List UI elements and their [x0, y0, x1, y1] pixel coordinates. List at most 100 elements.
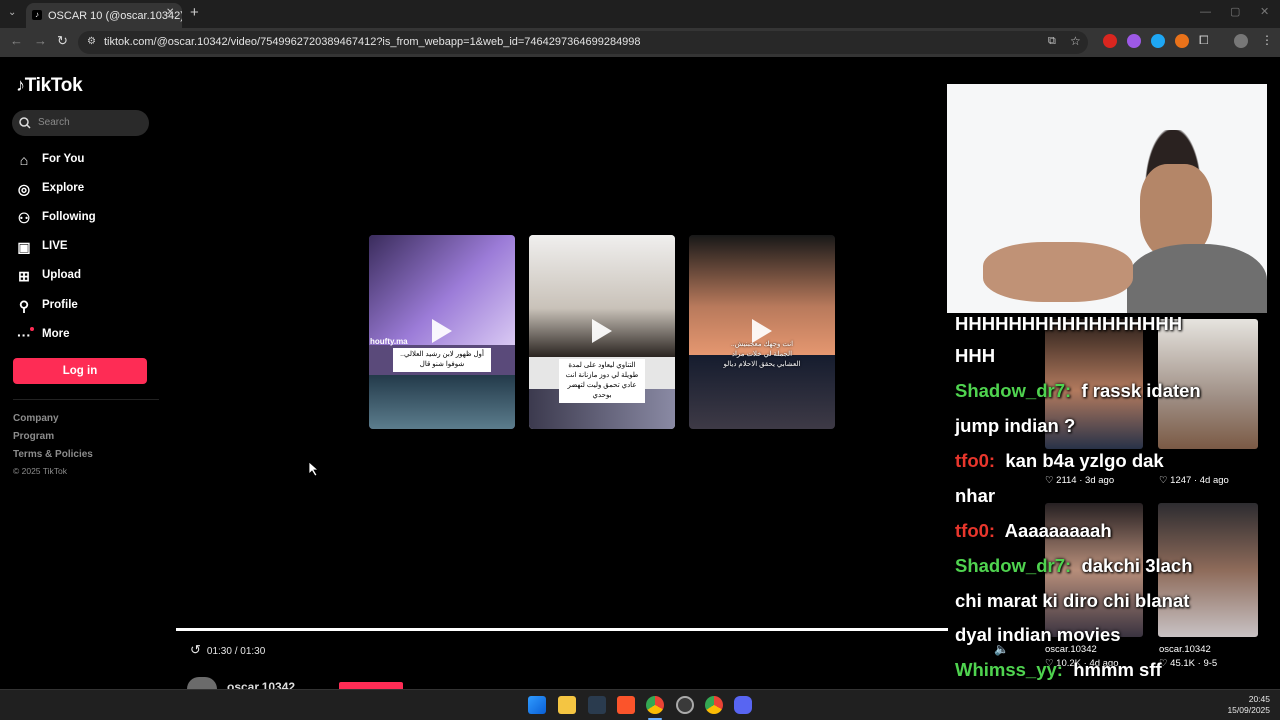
minimize-icon[interactable]: — — [1200, 6, 1211, 18]
file-explorer-icon[interactable] — [558, 696, 576, 714]
search-placeholder: Search — [38, 117, 70, 128]
clock-time: 20:45 — [1248, 694, 1270, 704]
brave-browser-icon[interactable] — [617, 696, 635, 714]
video-tile-1[interactable]: houfty.ma أول ظهور لابن رشيد العلالي.. ش… — [369, 235, 515, 429]
video-caption: أول ظهور لابن رشيد العلالي.. شوفوا شنو ق… — [393, 348, 491, 372]
extensions-puzzle-icon[interactable]: ⧠ — [1199, 33, 1209, 48]
new-tab-button[interactable]: + — [190, 4, 199, 21]
chat-text: kan b4a yzlgo dak — [1005, 450, 1164, 471]
chrome-menu-icon[interactable]: ⋮ — [1261, 33, 1273, 47]
login-button[interactable]: Log in — [13, 358, 147, 384]
logo-text: TikTok — [24, 75, 83, 96]
live-tv-icon: ▣ — [17, 238, 31, 255]
site-info-icon[interactable]: ⚙ — [87, 36, 96, 47]
chat-text: dyal indian movies — [955, 624, 1121, 645]
person-icon: ⚲ — [18, 297, 30, 314]
nav-label: Following — [42, 211, 96, 223]
extension-blue-icon[interactable] — [1151, 34, 1165, 48]
extension-red-icon[interactable] — [1103, 34, 1117, 48]
following-icon: ⚇ — [17, 209, 31, 226]
footer-terms[interactable]: Terms & Policies — [13, 449, 93, 460]
chat-username: tfo0: — [955, 520, 996, 541]
chat-line: Whimss_yy: hmmm sff — [955, 659, 1162, 681]
grid-meta-4b: ♡ 45.1K · 9-5 — [1159, 658, 1218, 669]
mouse-cursor-icon — [309, 462, 319, 477]
reload-icon[interactable]: ↻ — [57, 33, 68, 49]
streamer-shirt — [1127, 244, 1267, 313]
video-caption: التناوي ليعاود على لمدة طويلة لي دوز ماز… — [559, 359, 645, 403]
chrome-profile-icon[interactable] — [705, 696, 723, 714]
nav-label: For You — [42, 153, 85, 165]
chat-text: dakchi 3lach — [1081, 555, 1193, 576]
grid-meta-4[interactable]: oscar.10342 — [1159, 644, 1211, 655]
extension-orange-icon[interactable] — [1175, 34, 1189, 48]
extension-purple-icon[interactable] — [1127, 34, 1141, 48]
window-close-icon[interactable]: ✕ — [1260, 5, 1269, 18]
video-tile-3[interactable]: انت وجهك معجبنيش.. الجملة لي خلات مراد ا… — [689, 235, 835, 429]
obs-icon[interactable] — [676, 696, 694, 714]
age: 3d ago — [1085, 475, 1115, 486]
tab-list-icon[interactable]: ⌄ — [8, 7, 16, 18]
chat-username: Shadow_dr7: — [955, 555, 1072, 576]
chat-line: HHHHHHHHHHHHHHHHH — [955, 313, 1182, 335]
chat-text: HHHHHHHHHHHHHHHHH — [955, 313, 1183, 334]
grid-meta-2: ♡ 1247 · 4d ago — [1159, 475, 1229, 486]
chat-text: nhar — [955, 485, 996, 506]
chat-username: Whimss_yy: — [955, 659, 1063, 680]
chat-username: tfo0: — [955, 450, 996, 471]
follow-button[interactable] — [339, 682, 403, 689]
likes: 1247 — [1170, 475, 1192, 486]
search-icon — [19, 117, 31, 129]
url-field[interactable]: ⚙ tiktok.com/@oscar.10342/video/75499627… — [78, 31, 1088, 54]
chat-line: dyal indian movies — [955, 624, 1121, 646]
compass-icon: ◎ — [17, 180, 31, 197]
footer-company[interactable]: Company — [13, 413, 59, 424]
tiktok-favicon-icon: ♪ — [32, 10, 42, 20]
upload-plus-icon: ⊞ — [18, 267, 30, 284]
chat-text: jump indian ? — [955, 415, 1076, 436]
clock-date: 15/09/2025 — [1227, 705, 1270, 715]
time-text: 01:30 / 01:30 — [206, 646, 266, 657]
discord-icon[interactable] — [734, 696, 752, 714]
chat-line: nhar — [955, 485, 995, 507]
tiktok-logo[interactable]: ♪TikTok — [16, 75, 83, 97]
play-icon — [432, 319, 452, 343]
streamer-arm — [983, 242, 1133, 302]
profile-avatar-icon[interactable] — [1234, 34, 1248, 48]
age: 9-5 — [1203, 658, 1218, 669]
footer-program[interactable]: Program — [13, 431, 54, 442]
davinci-resolve-icon[interactable] — [588, 696, 606, 714]
url-text: tiktok.com/@oscar.10342/video/7549962720… — [104, 36, 641, 48]
likes: 45.1K — [1170, 658, 1195, 669]
install-app-icon[interactable]: ⧉ — [1048, 35, 1056, 48]
maximize-icon[interactable]: ▢ — [1230, 5, 1240, 18]
play-icon — [752, 319, 772, 343]
video-tile-2[interactable]: التناوي ليعاود على لمدة طويلة لي دوز ماز… — [529, 235, 675, 429]
windows-start-icon[interactable] — [528, 696, 546, 714]
nav-label: More — [42, 328, 70, 340]
chat-text: Aaaaaaaaah — [1004, 520, 1112, 541]
player-time: ↺ 01:30 / 01:30 — [190, 642, 265, 658]
chat-line: Shadow_dr7: dakchi 3lach — [955, 555, 1193, 577]
stream-chat: ♡ 2114 · 3d ago ♡ 1247 · 4d ago oscar.10… — [948, 313, 1278, 693]
search-input[interactable]: Search — [12, 110, 149, 136]
chat-username: Shadow_dr7: — [955, 380, 1072, 401]
likes: 2114 — [1056, 475, 1077, 486]
author-name[interactable]: oscar.10342 — [227, 680, 295, 689]
chat-text: f rassk idaten — [1081, 380, 1201, 401]
chat-text: HHH — [955, 345, 996, 366]
replay-icon[interactable]: ↺ — [190, 642, 201, 657]
chat-line: tfo0: kan b4a yzlgo dak — [955, 450, 1164, 472]
author-avatar[interactable] — [187, 677, 217, 689]
system-clock[interactable]: 20:45 15/09/2025 — [1227, 694, 1270, 716]
nav-label: Upload — [42, 269, 81, 281]
webcam-overlay — [947, 84, 1267, 313]
browser-tab[interactable]: ♪ OSCAR 10 (@oscar.10342)'s vi... — [26, 3, 182, 28]
age: 4d ago — [1199, 475, 1229, 486]
tab-close-icon[interactable]: ✕ — [166, 7, 174, 18]
video-progress-bar[interactable] — [176, 628, 948, 631]
chrome-icon[interactable] — [646, 696, 664, 714]
bookmark-star-icon[interactable]: ☆ — [1070, 34, 1081, 48]
back-icon[interactable]: ← — [10, 33, 23, 48]
forward-icon[interactable]: → — [34, 33, 47, 48]
